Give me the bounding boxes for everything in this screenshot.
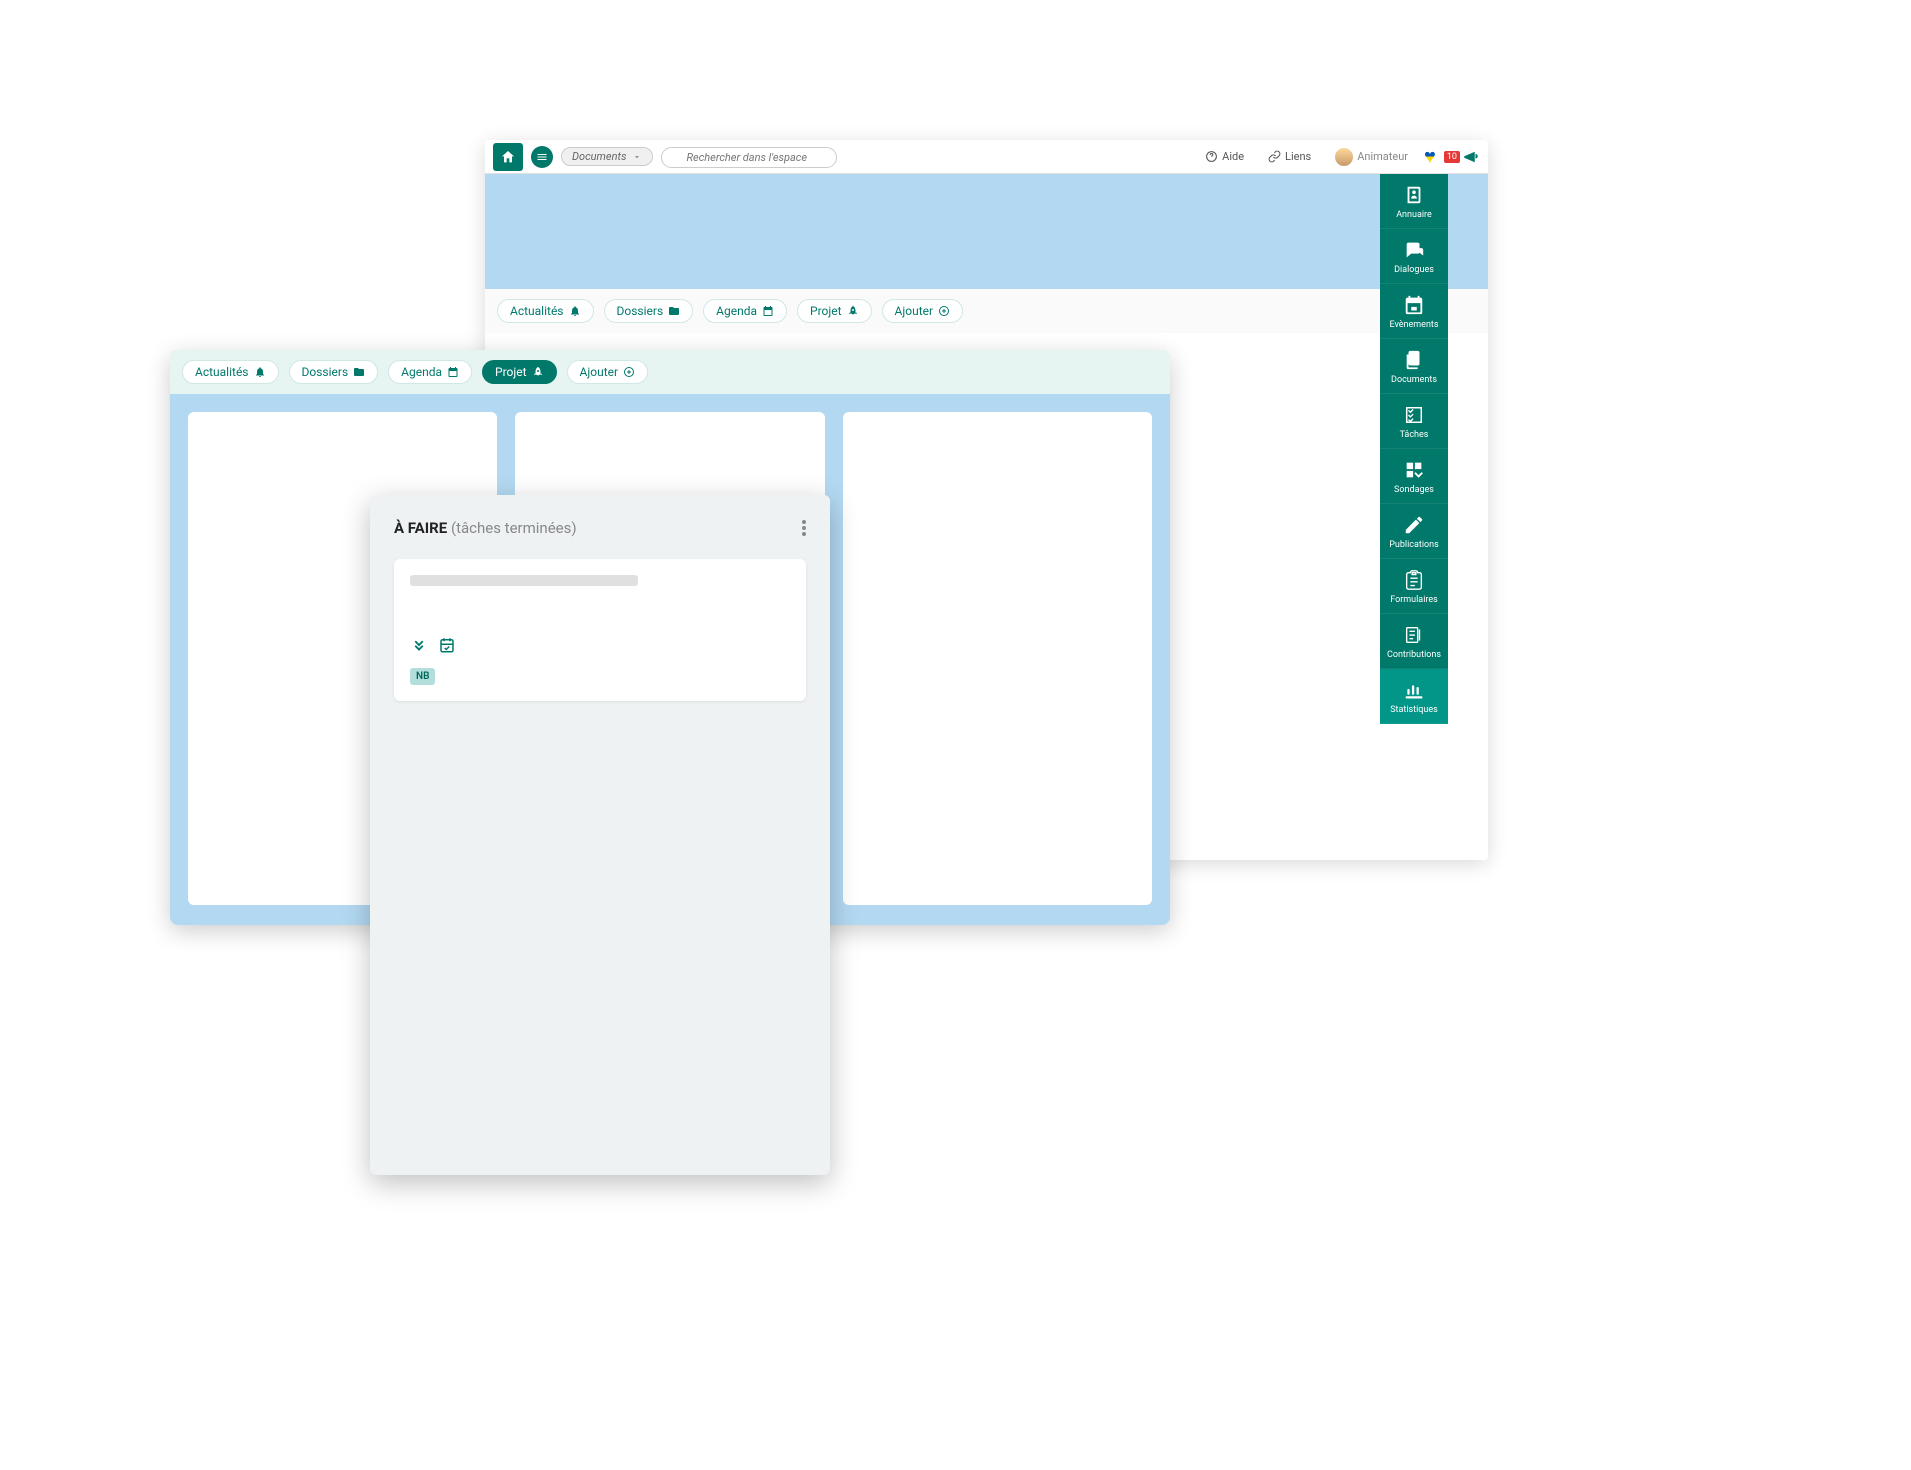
- sidebar-item-publications[interactable]: Publications: [1380, 504, 1448, 559]
- sidebar-label: Contributions: [1387, 650, 1441, 660]
- user-role-label: Animateur: [1357, 150, 1408, 163]
- sidebar-item-formulaires[interactable]: Formulaires: [1380, 559, 1448, 614]
- panel-title-main: À FAIRE: [394, 519, 447, 537]
- links-label: Liens: [1285, 150, 1311, 163]
- tab-dossiers[interactable]: Dossiers: [604, 299, 694, 323]
- sidebar-item-annuaire[interactable]: Annuaire: [1380, 174, 1448, 229]
- tab-agenda[interactable]: Agenda: [703, 299, 787, 323]
- sidebar-item-taches[interactable]: Tâches: [1380, 394, 1448, 449]
- search-input[interactable]: [661, 147, 837, 168]
- tabs-back: Actualités Dossiers Agenda Projet Ajoute…: [485, 289, 1488, 333]
- sidebar-item-sondages[interactable]: Sondages: [1380, 449, 1448, 504]
- checklist-icon: [1403, 404, 1425, 426]
- tab-ajouter[interactable]: Ajouter: [882, 299, 964, 323]
- sidebar-item-contributions[interactable]: Contributions: [1380, 614, 1448, 669]
- tab-agenda[interactable]: Agenda: [388, 360, 472, 384]
- pencil-icon: [1403, 514, 1425, 536]
- tabs-mid: Actualités Dossiers Agenda Projet Ajoute…: [170, 350, 1170, 394]
- board-column[interactable]: [843, 412, 1152, 905]
- folder-icon: [668, 305, 680, 317]
- tab-label: Projet: [495, 365, 527, 379]
- panel-title-sub: (tâches terminées): [451, 519, 577, 537]
- docs-icon: [1403, 349, 1425, 371]
- tab-label: Agenda: [716, 304, 757, 318]
- sidebar-label: Tâches: [1400, 430, 1429, 440]
- tab-label: Dossiers: [302, 365, 349, 379]
- sidebar-label: Evènements: [1389, 320, 1438, 330]
- calendar-icon: [447, 366, 459, 378]
- menu-button[interactable]: [531, 146, 553, 168]
- tab-ajouter[interactable]: Ajouter: [567, 360, 649, 384]
- sidebar-label: Dialogues: [1394, 265, 1434, 275]
- apps-icon: [1403, 459, 1425, 481]
- link-icon: [1268, 150, 1281, 163]
- tab-label: Actualités: [510, 304, 564, 318]
- tab-actualites[interactable]: Actualités: [182, 360, 279, 384]
- sidebar-label: Annuaire: [1396, 210, 1432, 220]
- sidebar-label: Formulaires: [1390, 595, 1438, 605]
- tab-label: Ajouter: [580, 365, 619, 379]
- bell-icon: [254, 366, 266, 378]
- notes-icon: [1403, 624, 1425, 646]
- tab-dossiers[interactable]: Dossiers: [289, 360, 379, 384]
- sidebar-label: Statistiques: [1390, 705, 1438, 715]
- bell-icon: [569, 305, 581, 317]
- tab-label: Projet: [810, 304, 842, 318]
- sidebar-label: Sondages: [1394, 485, 1434, 495]
- sidebar-label: Publications: [1389, 540, 1439, 550]
- more-options-button[interactable]: [802, 520, 806, 536]
- avatar: [1335, 148, 1353, 166]
- tab-label: Actualités: [195, 365, 249, 379]
- event-icon: [1403, 294, 1425, 316]
- folder-icon: [353, 366, 365, 378]
- right-sidebar: Annuaire Dialogues Evènements Documents …: [1380, 174, 1448, 724]
- calendar-check-icon[interactable]: [438, 636, 456, 654]
- tab-projet[interactable]: Projet: [797, 299, 872, 323]
- plus-circle-icon: [938, 305, 950, 317]
- tab-label: Dossiers: [617, 304, 664, 318]
- panel-header: À FAIRE (tâches terminées): [394, 519, 806, 537]
- contacts-icon: [1403, 184, 1425, 206]
- tab-label: Ajouter: [895, 304, 934, 318]
- help-label: Aide: [1222, 150, 1244, 163]
- chevron-down-icon: [632, 152, 642, 162]
- panel-title: À FAIRE (tâches terminées): [394, 519, 577, 537]
- task-title-placeholder: [410, 575, 638, 586]
- tab-projet[interactable]: Projet: [482, 360, 557, 384]
- sidebar-item-documents[interactable]: Documents: [1380, 339, 1448, 394]
- user-menu[interactable]: Animateur: [1327, 148, 1416, 166]
- chevrons-down-icon[interactable]: [410, 636, 428, 654]
- help-icon: [1205, 150, 1218, 163]
- heart-icon: ♥: [1424, 144, 1436, 169]
- search-scope-label: Documents: [572, 150, 626, 163]
- tab-label: Agenda: [401, 365, 442, 379]
- notifications-button[interactable]: 10: [1444, 148, 1480, 166]
- topbar: Documents Aide Liens Animateur ♥ 10: [485, 140, 1488, 174]
- sidebar-item-dialogues[interactable]: Dialogues: [1380, 229, 1448, 284]
- home-button[interactable]: [493, 143, 523, 171]
- megaphone-icon: [1462, 148, 1480, 166]
- sidebar-label: Documents: [1391, 375, 1437, 385]
- search-wrap: [661, 146, 931, 168]
- search-scope-dropdown[interactable]: Documents: [561, 147, 653, 166]
- calendar-icon: [762, 305, 774, 317]
- sidebar-item-statistiques[interactable]: Statistiques: [1380, 669, 1448, 724]
- links-link[interactable]: Liens: [1260, 150, 1319, 163]
- clipboard-icon: [1403, 569, 1425, 591]
- chart-icon: [1403, 679, 1425, 701]
- tab-actualites[interactable]: Actualités: [497, 299, 594, 323]
- task-card[interactable]: NB: [394, 559, 806, 701]
- task-assignee-badge[interactable]: NB: [410, 668, 435, 685]
- task-panel: À FAIRE (tâches terminées) NB: [370, 495, 830, 1175]
- banner: [485, 174, 1488, 289]
- chat-icon: [1403, 239, 1425, 261]
- rocket-icon: [532, 366, 544, 378]
- rocket-icon: [847, 305, 859, 317]
- notif-count: 10: [1444, 151, 1460, 163]
- help-link[interactable]: Aide: [1197, 150, 1252, 163]
- sidebar-item-evenements[interactable]: Evènements: [1380, 284, 1448, 339]
- task-icons: [410, 636, 790, 654]
- plus-circle-icon: [623, 366, 635, 378]
